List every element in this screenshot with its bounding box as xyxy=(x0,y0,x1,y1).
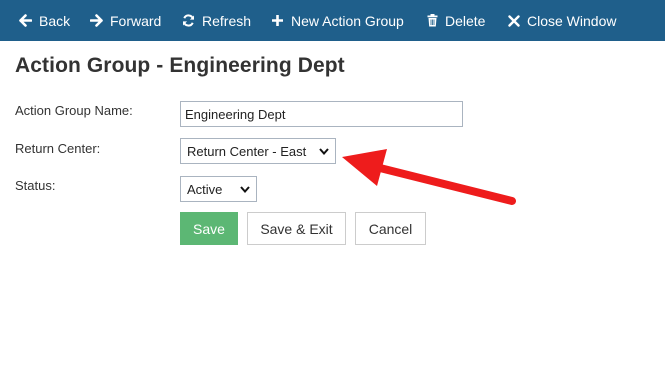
back-label: Back xyxy=(39,12,71,29)
delete-label: Delete xyxy=(445,12,486,29)
page-title: Action Group - Engineering Dept xyxy=(15,54,345,77)
new-action-group-label: New Action Group xyxy=(291,12,404,29)
close-window-button[interactable]: Close Window xyxy=(508,0,616,41)
trash-icon xyxy=(427,14,438,27)
plus-icon xyxy=(272,15,283,26)
refresh-label: Refresh xyxy=(202,12,252,29)
cancel-button[interactable]: Cancel xyxy=(355,212,426,245)
action-group-name-label: Action Group Name: xyxy=(15,103,133,118)
return-center-select[interactable]: Return Center - East xyxy=(180,138,336,164)
return-center-value: Return Center - East xyxy=(187,143,307,159)
refresh-icon xyxy=(183,14,194,27)
refresh-button[interactable]: Refresh xyxy=(182,0,251,41)
chevron-down-icon xyxy=(234,185,256,193)
forward-button[interactable]: Forward xyxy=(90,0,161,41)
action-group-name-input[interactable] xyxy=(180,101,463,127)
back-button[interactable]: Back xyxy=(19,0,70,41)
return-center-label: Return Center: xyxy=(15,141,101,156)
close-window-label: Close Window xyxy=(527,12,617,29)
status-select[interactable]: Active xyxy=(180,176,257,202)
delete-button[interactable]: Delete xyxy=(427,0,485,41)
save-and-exit-button[interactable]: Save & Exit xyxy=(247,212,346,245)
status-label: Status: xyxy=(15,178,56,193)
save-button[interactable]: Save xyxy=(180,212,238,245)
toolbar: Back Forward Refresh New Action Group De… xyxy=(0,0,665,41)
status-value: Active xyxy=(187,181,223,197)
forward-label: Forward xyxy=(110,12,162,29)
chevron-down-icon xyxy=(313,147,335,155)
close-icon xyxy=(508,14,520,27)
new-action-group-button[interactable]: New Action Group xyxy=(271,0,404,41)
arrow-left-icon xyxy=(19,14,32,27)
arrow-right-icon xyxy=(90,14,103,27)
